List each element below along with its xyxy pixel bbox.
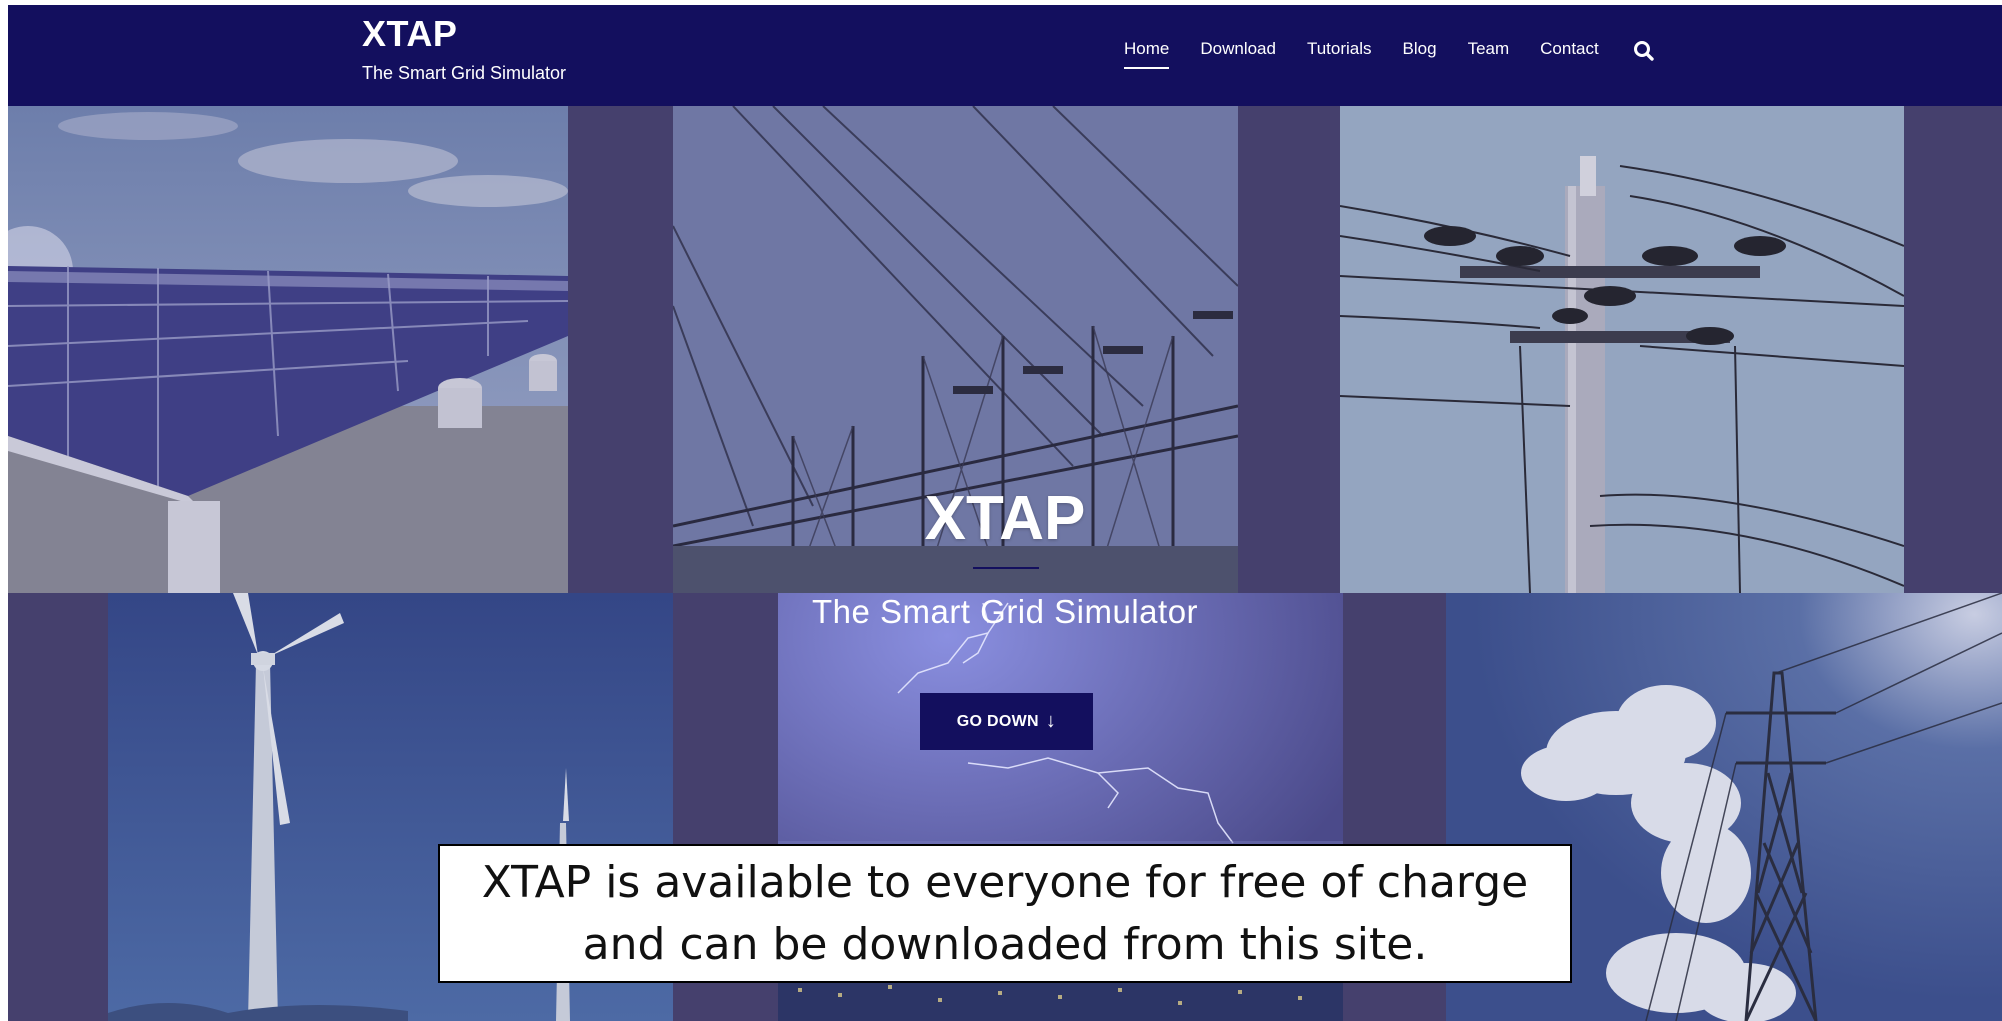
site-title[interactable]: XTAP: [362, 13, 457, 55]
nav-tutorials[interactable]: Tutorials: [1307, 39, 1372, 67]
go-down-button[interactable]: GO DOWN ↓: [920, 693, 1093, 750]
notice-line-2: and can be downloaded from this site.: [582, 918, 1428, 970]
go-down-label: GO DOWN: [956, 712, 1039, 730]
nav-blog[interactable]: Blog: [1403, 39, 1437, 67]
hero-title: XTAP: [924, 484, 1086, 553]
main-nav: Home Download Tutorials Blog Team Contac…: [1124, 39, 1630, 69]
search-icon[interactable]: [1632, 39, 1656, 63]
site-tagline: The Smart Grid Simulator: [362, 63, 567, 83]
nav-download[interactable]: Download: [1200, 39, 1276, 67]
nav-home[interactable]: Home: [1124, 39, 1170, 69]
arrow-down-icon: ↓: [1045, 710, 1057, 732]
site-header: XTAP The Smart Grid Simulator Home Downl…: [8, 5, 2002, 106]
nav-contact[interactable]: Contact: [1540, 39, 1599, 67]
availability-notice: XTAP is available to everyone for free o…: [438, 844, 1572, 983]
hero-subtitle: The Smart Grid Simulator: [811, 593, 1199, 630]
nav-team[interactable]: Team: [1468, 39, 1510, 67]
notice-line-1: XTAP is available to everyone for free o…: [481, 856, 1529, 908]
hero-divider: [973, 567, 1039, 569]
page-frame: XTAP The Smart Grid Simulator Home Downl…: [8, 5, 2002, 1021]
